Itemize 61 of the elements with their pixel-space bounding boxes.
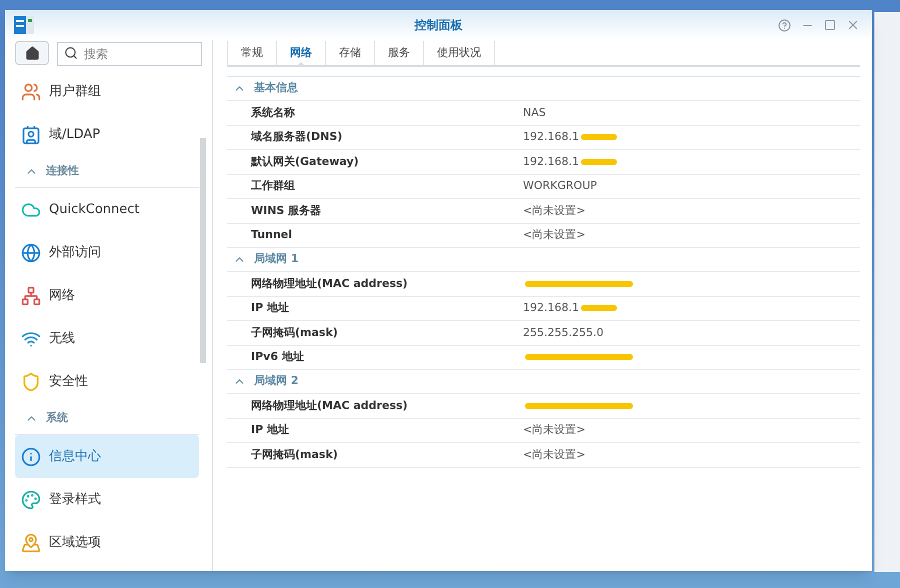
row-label: 默认网关(Gateway) bbox=[250, 154, 360, 170]
app-logo-icon bbox=[13, 14, 35, 36]
people-icon bbox=[21, 82, 41, 102]
sidebar-section-title: 系统 bbox=[46, 410, 68, 426]
search-icon bbox=[64, 46, 78, 60]
sidebar-item[interactable]: QuickConnect bbox=[15, 188, 199, 231]
row-label: 系统名称 bbox=[250, 104, 296, 120]
row-label: IP 地址 bbox=[250, 300, 290, 316]
sidebar-item[interactable]: 安全性 bbox=[15, 360, 199, 403]
row-value: 255.255.255.0 bbox=[523, 324, 604, 340]
sidebar-item[interactable]: 外部访问 bbox=[15, 231, 199, 274]
tab[interactable]: 使用状况 bbox=[424, 41, 495, 65]
row-label: 子网掩码(mask) bbox=[250, 446, 339, 462]
row-label: WINS 服务器 bbox=[250, 202, 322, 218]
search-field[interactable]: 搜索 bbox=[57, 42, 202, 66]
tab[interactable]: 网络 bbox=[277, 41, 326, 65]
help-icon[interactable] bbox=[778, 18, 791, 32]
row-value: 192.168.1 bbox=[523, 300, 579, 316]
contact-card-icon bbox=[21, 124, 41, 144]
section-title: 局域网 1 bbox=[254, 251, 298, 268]
row-label: IP 地址 bbox=[250, 422, 290, 438]
row-label: 域名服务器(DNS) bbox=[250, 129, 344, 145]
home-button[interactable] bbox=[15, 41, 49, 65]
network-icon bbox=[21, 286, 41, 306]
row-value: 192.168.1 bbox=[523, 154, 579, 170]
tab[interactable]: 常规 bbox=[227, 41, 277, 65]
row-label: 工作群组 bbox=[250, 178, 296, 194]
section-title: 基本信息 bbox=[254, 80, 298, 96]
section-title: 局域网 2 bbox=[254, 373, 298, 390]
row-value: NAS bbox=[523, 104, 546, 120]
row-value: <尚未设置> bbox=[523, 227, 586, 243]
sidebar-item[interactable]: 域/LDAP bbox=[15, 113, 199, 156]
tab[interactable]: 存储 bbox=[326, 41, 375, 65]
row-label: 网络物理地址(MAC address) bbox=[250, 276, 409, 292]
sidebar-item[interactable]: 信息中心 bbox=[15, 435, 199, 478]
row-label: 子网掩码(mask) bbox=[250, 324, 339, 340]
row-label: 网络物理地址(MAC address) bbox=[250, 398, 409, 414]
sidebar-item[interactable]: 用户群组 bbox=[15, 70, 199, 113]
tab[interactable]: 服务 bbox=[375, 41, 424, 65]
map-pin-icon bbox=[21, 532, 41, 552]
sidebar-section-title: 连接性 bbox=[46, 163, 79, 180]
sidebar-item[interactable]: 无线 bbox=[15, 317, 199, 360]
row-value: <尚未设置> bbox=[523, 202, 586, 218]
info-icon bbox=[21, 446, 41, 466]
globe-icon bbox=[21, 242, 41, 262]
row-value: <尚未设置> bbox=[523, 446, 586, 462]
row-label: IPv6 地址 bbox=[250, 349, 305, 365]
row-label: Tunnel bbox=[250, 227, 294, 243]
palette-icon bbox=[21, 490, 41, 510]
sidebar-item[interactable]: 登录样式 bbox=[15, 478, 199, 521]
row-value: <尚未设置> bbox=[523, 422, 586, 438]
row-value: WORKGROUP bbox=[523, 178, 597, 194]
sidebar-item[interactable]: 区域选项 bbox=[15, 521, 199, 564]
shield-icon bbox=[21, 372, 41, 392]
close-icon[interactable] bbox=[846, 18, 860, 32]
home-icon bbox=[24, 46, 40, 60]
sidebar-item[interactable]: 网络 bbox=[15, 274, 199, 317]
window-title: 控制面板 bbox=[414, 17, 462, 34]
scrollbar-thumb[interactable] bbox=[200, 138, 206, 363]
maximize-icon[interactable] bbox=[824, 19, 836, 31]
row-value: 192.168.1 bbox=[523, 129, 579, 145]
